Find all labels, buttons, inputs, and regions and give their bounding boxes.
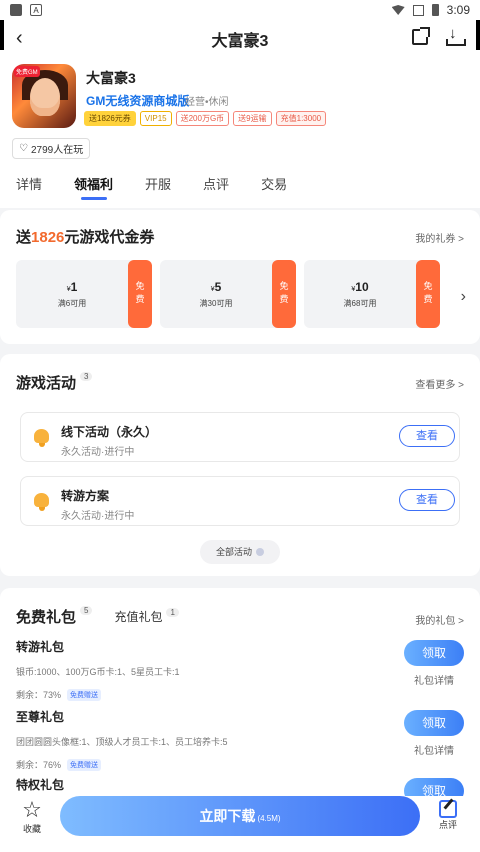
edge-bar-right — [476, 20, 480, 50]
megaphone-icon — [31, 489, 53, 511]
activity-meta: 永久活动·进行中 — [61, 511, 135, 522]
chevron-circle-icon — [256, 548, 264, 556]
tab-trade[interactable]: 交易 — [245, 172, 303, 198]
activity-title: 游戏活动 3 — [16, 372, 93, 393]
tab-reviews[interactable]: 点评 — [187, 172, 245, 198]
activity-section: 游戏活动 3 查看更多 > 线下活动（永久） 永久活动·进行中 查看 转游方案 永… — [0, 354, 480, 576]
signal-icon — [412, 4, 424, 16]
share-icon[interactable] — [412, 27, 430, 45]
tab-recharge-gifts[interactable]: 充值礼包 1 — [114, 608, 179, 625]
activity-meta: 永久活动·进行中 — [61, 447, 135, 458]
a-notification-icon: A — [30, 4, 42, 16]
gift-item: 至尊礼包 团团圆圆头像框:1、顶级人才员工卡:1、员工培养卡:5 剩余：76% 免… — [16, 708, 464, 771]
activity-item[interactable]: 转游方案 永久活动·进行中 查看 — [20, 476, 460, 526]
badge-voucher: 送1826元券 — [84, 111, 136, 126]
view-button[interactable]: 查看 — [399, 489, 455, 511]
badge-gcoin: 送200万G币 — [175, 111, 230, 126]
tab-details[interactable]: 详情 — [0, 172, 58, 198]
players-count[interactable]: ♡ 2799人在玩 — [12, 138, 91, 159]
badge-vip: VIP15 — [139, 111, 172, 126]
badge-row: 送1826元券 VIP15 送200万G币 送9运输 充值1:3000 — [84, 111, 327, 126]
tab-server[interactable]: 开服 — [129, 172, 187, 198]
chevron-right-icon[interactable]: › — [461, 288, 466, 306]
top-nav: ‹ 大富豪3 — [0, 20, 480, 58]
gift-desc: 团团圆圆头像框:1、顶级人才员工卡:1、员工培养卡:5 — [16, 737, 228, 747]
download-button[interactable]: 立即下载 (4.5M) — [60, 796, 420, 836]
star-icon: ☆ — [22, 797, 42, 822]
free-tag: 免费 — [412, 260, 440, 328]
favorite-label: 收藏 — [22, 824, 41, 834]
activity-name: 转游方案 — [61, 489, 110, 503]
free-tag: 免费 — [124, 260, 152, 328]
wifi-icon — [391, 5, 405, 15]
tab-free-gifts[interactable]: 免费礼包 5 — [16, 606, 93, 627]
game-name: 大富豪3 — [86, 70, 136, 86]
app-notification-icon — [10, 4, 22, 16]
activity-item[interactable]: 线下活动（永久） 永久活动·进行中 查看 — [20, 412, 460, 462]
gift-desc: 银币:1000、100万G币卡:1、5星员工卡:1 — [16, 667, 180, 677]
game-subtitle: GM无线资源商城版 — [86, 94, 190, 108]
all-activities-button[interactable]: 全部活动 — [200, 540, 280, 564]
gift-item: 特权礼包 领取 — [16, 776, 464, 804]
gift-name: 特权礼包 — [16, 778, 65, 792]
game-header: 免费GM 大富豪3 GM无线资源商城版 经营•休闲 送1826元券 VIP15 … — [0, 58, 480, 208]
voucher-item[interactable]: ¥1 满6可用 免费 — [16, 260, 152, 328]
game-genre: 经营•休闲 — [185, 97, 229, 108]
status-time: 3:09 — [446, 3, 470, 17]
players-label: 2799人在玩 — [30, 145, 84, 156]
tab-bar: 详情 领福利 开服 点评 交易 — [0, 172, 480, 208]
voucher-list: ¥1 满6可用 免费 ¥5 满30可用 免费 ¥10 满68可用 免费 — [16, 260, 440, 328]
gift-remaining: 剩余：76% 免费赠送 — [16, 758, 464, 771]
gift-name: 转游礼包 — [16, 640, 65, 654]
badge-recharge: 充值1:3000 — [275, 111, 327, 126]
gift-tabs: 免费礼包 5 充值礼包 1 — [16, 606, 179, 627]
view-button[interactable]: 查看 — [399, 425, 455, 447]
edge-bar-left — [0, 20, 4, 50]
favorite-button[interactable]: ☆ 收藏 — [18, 798, 46, 835]
badge-transport: 送9运输 — [233, 111, 272, 126]
edit-icon — [439, 800, 457, 818]
tab-benefits[interactable]: 领福利 — [58, 172, 129, 200]
more-activities-link[interactable]: 查看更多 > — [415, 376, 464, 391]
gift-remaining: 剩余：73% 免费赠送 — [16, 688, 464, 701]
gift-item: 转游礼包 银币:1000、100万G币卡:1、5星员工卡:1 剩余：73% 免费赠… — [16, 638, 464, 701]
voucher-item[interactable]: ¥10 满68可用 免费 — [304, 260, 440, 328]
my-vouchers-link[interactable]: 我的礼券 > — [415, 230, 464, 245]
claim-button[interactable]: 领取 — [404, 640, 464, 666]
battery-icon — [431, 4, 439, 16]
gift-name: 至尊礼包 — [16, 710, 65, 724]
gift-detail-link[interactable]: 礼包详情 — [414, 672, 454, 687]
voucher-section: 送1826元游戏代金券 我的礼券 > ¥1 满6可用 免费 ¥5 满30可用 免… — [0, 210, 480, 344]
gift-detail-link[interactable]: 礼包详情 — [414, 742, 454, 757]
voucher-title: 送1826元游戏代金券 — [16, 229, 155, 246]
bottom-bar: ☆ 收藏 立即下载 (4.5M) 点评 — [0, 796, 480, 852]
icon-face — [30, 78, 60, 116]
review-button[interactable]: 点评 — [434, 798, 462, 831]
back-icon[interactable]: ‹ — [16, 28, 23, 48]
icon-tag: 免费GM — [14, 66, 40, 77]
voucher-item[interactable]: ¥5 满30可用 免费 — [160, 260, 296, 328]
heart-icon: ♡ — [19, 143, 28, 154]
review-label: 点评 — [438, 820, 457, 830]
activity-name: 线下活动（永久） — [61, 425, 158, 439]
status-bar: A 3:09 — [0, 0, 480, 20]
megaphone-icon — [31, 425, 53, 447]
claim-button[interactable]: 领取 — [404, 710, 464, 736]
game-icon: 免费GM — [12, 64, 76, 128]
free-tag: 免费 — [268, 260, 296, 328]
my-gifts-link[interactable]: 我的礼包 > — [415, 612, 464, 627]
page-title: 大富豪3 — [211, 33, 269, 50]
download-icon[interactable] — [446, 25, 466, 46]
